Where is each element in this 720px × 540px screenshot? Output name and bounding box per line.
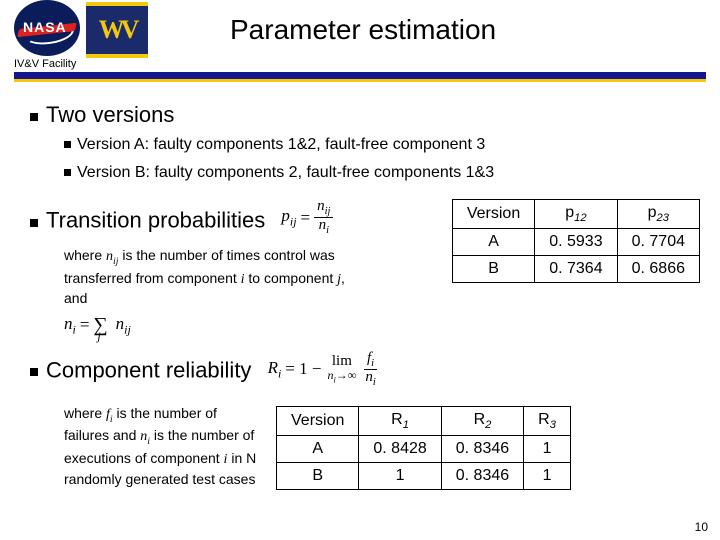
transition-heading: Transition probabilities pij = nij ni [30, 203, 424, 240]
table-row: A 0. 8428 0. 8346 1 [277, 436, 571, 463]
version-b-bullet: Version B: faulty components 2, fault-fr… [64, 162, 700, 184]
transition-table: Version p12 p23 A 0. 5933 0. 7704 B 0. 7… [452, 199, 700, 283]
slide-title: Parameter estimation [230, 14, 496, 46]
divider-yellow [14, 79, 706, 82]
nasa-logo-text: NASA [23, 19, 67, 35]
transition-where-text: where nij is the number of times control… [64, 246, 354, 339]
facility-label: IV&V Facility [14, 58, 76, 70]
bullet-icon [64, 169, 71, 176]
divider-blue [14, 72, 706, 79]
reliability-formula: Ri = 1 − lim ni→∞ fi ni [268, 351, 379, 388]
col-p12: p12 [535, 200, 617, 229]
table-row: A 0. 5933 0. 7704 [452, 229, 699, 256]
table-row: B 1 0. 8346 1 [277, 463, 571, 490]
version-a-bullet: Version A: faulty components 1&2, fault-… [64, 134, 700, 156]
bullet-icon [64, 141, 71, 148]
sum-formula: ni = ∑ j nij [64, 311, 131, 339]
col-r3: R3 [524, 406, 571, 435]
transition-formula: pij = nij ni [281, 199, 333, 236]
nasa-logo-icon: NASA [14, 0, 80, 56]
col-r1: R1 [359, 406, 441, 435]
bullet-icon [30, 113, 38, 121]
slide-header: NASA WV IV&V Facility Parameter estimati… [0, 0, 720, 82]
two-versions-text: Two versions [46, 102, 174, 127]
reliability-table: Version R1 R2 R3 A 0. 8428 0. 8346 1 B 1… [276, 406, 571, 490]
two-versions-heading: Two versions [30, 102, 700, 128]
reliability-heading: Component reliability Ri = 1 − lim ni→∞ … [30, 353, 700, 390]
col-p23: p23 [617, 200, 699, 229]
col-version: Version [277, 406, 359, 435]
logo-group: NASA WV [14, 0, 148, 56]
wv-logo-icon: WV [86, 2, 148, 58]
bullet-icon [30, 368, 38, 376]
bullet-icon [30, 219, 38, 227]
table-row: B 0. 7364 0. 6866 [452, 256, 699, 283]
table-header-row: Version R1 R2 R3 [277, 406, 571, 435]
table-header-row: Version p12 p23 [452, 200, 699, 229]
slide-content: Two versions Version A: faulty component… [0, 82, 720, 490]
page-number: 10 [695, 520, 708, 534]
col-version: Version [452, 200, 534, 229]
col-r2: R2 [441, 406, 523, 435]
reliability-where-text: where fi is the number of failures and n… [64, 404, 260, 489]
